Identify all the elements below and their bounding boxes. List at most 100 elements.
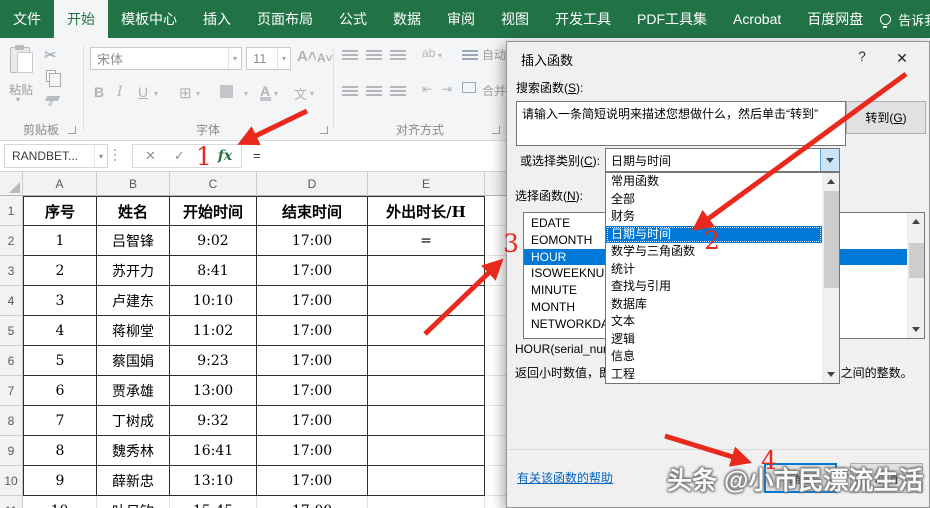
copy-icon[interactable] [46, 70, 61, 87]
align-top-icon[interactable] [342, 50, 358, 61]
wrap-text-icon[interactable] [462, 50, 478, 61]
row-header-6[interactable]: 6 [0, 346, 23, 376]
cell-E2[interactable]: = [368, 226, 485, 256]
ribbon-tab-文件[interactable]: 文件 [0, 0, 54, 38]
fill-color-icon[interactable] [220, 85, 233, 98]
function-list-scrollbar[interactable] [907, 213, 924, 338]
font-name-combo[interactable]: 宋体 ▾ [90, 47, 242, 70]
cell-C1[interactable]: 开始时间 [170, 196, 257, 226]
cell-B9[interactable]: 魏秀林 [97, 436, 170, 466]
column-header-B[interactable]: B [97, 172, 170, 196]
column-header-A[interactable]: A [23, 172, 97, 196]
cell-E9[interactable] [368, 436, 485, 466]
align-center-icon[interactable] [366, 86, 382, 97]
cell-E6[interactable] [368, 346, 485, 376]
cell-D8[interactable]: 17:00 [257, 406, 368, 436]
ribbon-tab-模板中心[interactable]: 模板中心 [108, 0, 190, 38]
category-option-工程[interactable]: 工程 [606, 366, 822, 384]
dialog-help-button[interactable]: ? [851, 48, 873, 68]
cell-C7[interactable]: 13:00 [170, 376, 257, 406]
ribbon-tab-开发工具[interactable]: 开发工具 [542, 0, 624, 38]
cell-A11[interactable]: 10 [23, 496, 97, 508]
ribbon-tab-审阅[interactable]: 审阅 [434, 0, 488, 38]
goto-button[interactable]: 转到(G) [846, 101, 926, 134]
cell-A3[interactable]: 2 [23, 256, 97, 286]
insert-function-icon[interactable]: fx [218, 148, 232, 164]
tell-me-box[interactable]: 告诉我您想 [876, 0, 930, 38]
ribbon-tab-Acrobat[interactable]: Acrobat [720, 0, 794, 38]
cell-E4[interactable] [368, 286, 485, 316]
name-box[interactable]: RANDBET... ▾ [4, 144, 108, 168]
cell-B3[interactable]: 苏开力 [97, 256, 170, 286]
row-header-8[interactable]: 8 [0, 406, 23, 436]
category-combobox[interactable]: 日期与时间 [605, 148, 840, 172]
cell-D4[interactable]: 17:00 [257, 286, 368, 316]
cell-B8[interactable]: 丁树成 [97, 406, 170, 436]
cell-A2[interactable]: 1 [23, 226, 97, 256]
cell-A4[interactable]: 3 [23, 286, 97, 316]
cut-icon[interactable]: ✂ [44, 46, 57, 64]
cell-B11[interactable]: 叶日钦 [97, 496, 170, 508]
cell-A10[interactable]: 9 [23, 466, 97, 496]
category-option-全部[interactable]: 全部 [606, 191, 822, 209]
decrease-indent-icon[interactable]: ⇤ [422, 82, 432, 96]
font-size-combo[interactable]: 11 ▾ [246, 47, 291, 70]
phonetic-icon[interactable]: 文 [294, 84, 307, 103]
row-header-7[interactable]: 7 [0, 376, 23, 406]
name-box-resize-handle[interactable] [114, 149, 116, 164]
dialog-close-icon[interactable]: ✕ [887, 47, 917, 69]
grow-font-icon[interactable]: A˄ [297, 48, 317, 65]
scroll-up-icon[interactable] [827, 179, 835, 184]
cancel-entry-icon[interactable]: ✕ [145, 148, 156, 164]
scroll-down-icon[interactable] [912, 327, 920, 332]
cell-A5[interactable]: 4 [23, 316, 97, 346]
underline-icon[interactable]: U [138, 84, 148, 100]
cell-C10[interactable]: 13:10 [170, 466, 257, 496]
ribbon-tab-视图[interactable]: 视图 [488, 0, 542, 38]
font-color-dropdown-icon[interactable]: ▾ [274, 89, 278, 98]
borders-dropdown-icon[interactable]: ▾ [196, 89, 200, 98]
ribbon-tab-开始[interactable]: 开始 [54, 0, 108, 38]
category-option-查找与引用[interactable]: 查找与引用 [606, 278, 822, 296]
column-header-C[interactable]: C [170, 172, 257, 196]
cell-A6[interactable]: 5 [23, 346, 97, 376]
cell-D6[interactable]: 17:00 [257, 346, 368, 376]
row-header-9[interactable]: 9 [0, 436, 23, 466]
cell-C8[interactable]: 9:32 [170, 406, 257, 436]
fill-color-dropdown-icon[interactable]: ▾ [244, 89, 248, 98]
cell-D2[interactable]: 17:00 [257, 226, 368, 256]
clipboard-dialog-launcher[interactable] [68, 126, 76, 134]
underline-dropdown-icon[interactable]: ▾ [154, 89, 158, 98]
cell-A7[interactable]: 6 [23, 376, 97, 406]
row-header-10[interactable]: 10 [0, 466, 23, 496]
cell-D9[interactable]: 17:00 [257, 436, 368, 466]
category-option-统计[interactable]: 统计 [606, 261, 822, 279]
category-dropdown-button[interactable] [820, 149, 839, 171]
category-option-常用函数[interactable]: 常用函数 [606, 173, 822, 191]
column-header-D[interactable]: D [257, 172, 368, 196]
category-option-数学与三角函数[interactable]: 数学与三角函数 [606, 243, 822, 261]
cell-E3[interactable] [368, 256, 485, 286]
cell-B5[interactable]: 蒋柳堂 [97, 316, 170, 346]
ribbon-tab-页面布局[interactable]: 页面布局 [244, 0, 326, 38]
cell-D3[interactable]: 17:00 [257, 256, 368, 286]
align-left-icon[interactable] [342, 86, 358, 97]
cell-E5[interactable] [368, 316, 485, 346]
cell-E1[interactable]: 外出时长/H [368, 196, 485, 226]
merge-center-icon[interactable] [462, 82, 476, 93]
cell-E11[interactable] [368, 496, 485, 508]
ribbon-tab-公式[interactable]: 公式 [326, 0, 380, 38]
shrink-font-icon[interactable]: A˅ [317, 51, 333, 65]
function-help-link[interactable]: 有关该函数的帮助 [517, 469, 613, 486]
row-header-5[interactable]: 5 [0, 316, 23, 346]
cell-C3[interactable]: 8:41 [170, 256, 257, 286]
scrollbar-thumb[interactable] [909, 243, 924, 278]
cell-E8[interactable] [368, 406, 485, 436]
category-option-信息[interactable]: 信息 [606, 348, 822, 366]
phonetic-dropdown-icon[interactable]: ▾ [310, 89, 314, 98]
row-header-11[interactable]: 11 [0, 496, 23, 508]
font-dialog-launcher[interactable] [320, 126, 328, 134]
cell-E7[interactable] [368, 376, 485, 406]
italic-icon[interactable]: I [117, 84, 123, 100]
borders-icon[interactable]: ⊞ [179, 84, 192, 102]
